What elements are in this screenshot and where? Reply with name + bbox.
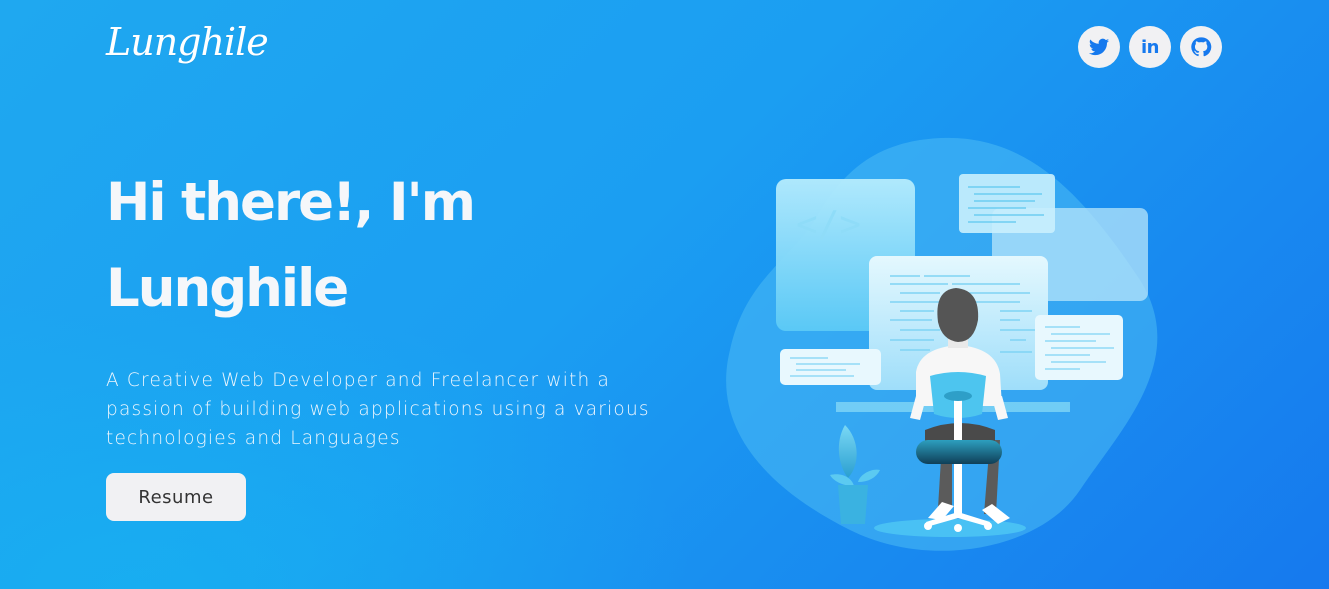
code-panel-top [959,174,1055,233]
github-icon [1191,37,1212,57]
github-link[interactable] [1180,26,1222,68]
site-logo[interactable]: Lunghile [106,20,269,64]
twitter-icon [1088,38,1110,56]
floor-shadow [874,519,1026,537]
social-links: in [1078,26,1222,68]
hero-subtitle: A Creative Web Developer and Freelancer … [106,370,650,449]
code-symbol: </> [796,204,861,245]
linkedin-link[interactable]: in [1129,26,1171,68]
hero-title-line-2: Lunghile [106,258,349,319]
hero-title-line-1: Hi there!, I'm [106,172,476,233]
twitter-link[interactable] [1078,26,1120,68]
code-panel-left [780,349,881,385]
linkedin-icon: in [1141,36,1159,58]
developer-illustration: </> [726,137,1158,551]
hero-title: Hi there!, I'm Lunghile [106,160,666,332]
resume-button[interactable]: Resume [106,473,246,521]
